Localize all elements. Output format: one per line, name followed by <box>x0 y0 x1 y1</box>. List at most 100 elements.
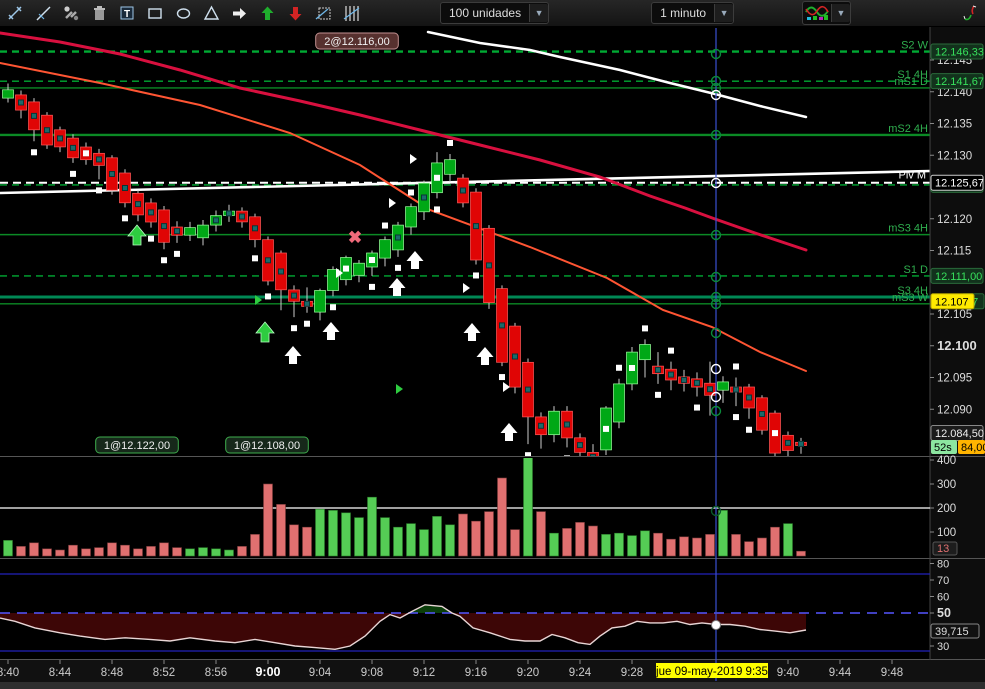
volume-bar <box>29 542 39 557</box>
indicator-dot <box>278 268 284 275</box>
osc-tick-label: 50 <box>937 606 951 620</box>
price-tick-label: 12.105 <box>937 309 972 321</box>
chart-svg[interactable]: ✖S2 WS1 4HmS1 DmS2 4HmS3 4HS1 DS3 4HmS3 … <box>0 0 985 689</box>
candle <box>197 224 209 239</box>
volume-bar <box>68 544 78 557</box>
indicator-dot <box>707 386 713 393</box>
indicator-square-above <box>382 222 388 229</box>
volume-bar <box>341 512 351 557</box>
trading-app-window: T 100 unidades ▼ 1 minuto ▼ ▼ ✖ S2 W S1 4H… <box>0 0 985 689</box>
indicator-square-inside <box>434 174 440 181</box>
delete-tool-button[interactable] <box>88 2 110 24</box>
chevron-down-icon[interactable]: ▼ <box>831 4 850 22</box>
indicator-dot <box>460 187 466 194</box>
indicator-square-inside <box>83 150 89 157</box>
indicator-dot <box>694 379 700 386</box>
trade-label[interactable]: 2@12.116,00 <box>315 32 399 50</box>
indicator-square-below <box>473 272 479 279</box>
osc-tick-label: 80 <box>937 559 949 571</box>
ellipse-tool-button[interactable] <box>172 2 194 24</box>
indicator-dot <box>746 394 752 401</box>
session-low-badge-text: 12.084,50 <box>935 428 984 440</box>
arrow-down-button[interactable] <box>284 2 306 24</box>
timeframe-select[interactable]: 1 minuto ▼ <box>651 2 735 24</box>
indicator-square-inside <box>343 265 349 272</box>
rectangle-tool-button[interactable] <box>144 2 166 24</box>
volume-bar <box>393 526 403 557</box>
triangle-tool-button[interactable] <box>200 2 222 24</box>
volume-bar <box>81 548 91 557</box>
indicator-dot <box>109 171 115 177</box>
indicator-square-below <box>499 374 505 381</box>
volume-bar <box>3 540 13 557</box>
text-tool-button[interactable]: T <box>116 2 138 24</box>
annotations-button[interactable] <box>312 2 334 24</box>
trade-label-text: 1@12.108,00 <box>234 440 300 452</box>
indicator-dot <box>525 386 531 393</box>
trade-label[interactable]: 1@12.108,00 <box>225 436 309 454</box>
indicator-square-below <box>304 320 310 327</box>
indicator-square-below <box>122 215 128 222</box>
volume-bar <box>250 534 260 557</box>
volume-bar <box>562 528 572 557</box>
candle <box>314 290 326 313</box>
time-tick-label: 9:16 <box>465 667 487 679</box>
volume-bar <box>458 513 468 557</box>
unit-size-select[interactable]: 100 unidades ▼ <box>440 2 550 24</box>
osc-current-text: 39,715 <box>935 626 969 638</box>
indicator-square-below <box>161 257 167 264</box>
time-tick-label: 9:20 <box>517 667 539 679</box>
volume-bar <box>107 542 117 557</box>
osc-tick-label: 60 <box>937 592 949 604</box>
volume-bar <box>653 532 663 557</box>
indicator-dot <box>785 439 791 446</box>
indicators-icon <box>803 2 831 25</box>
chevron-down-icon[interactable]: ▼ <box>529 4 549 22</box>
indicator-square-below <box>733 414 739 421</box>
trade-label[interactable]: 1@12.122,00 <box>95 436 179 454</box>
time-tick-label: 9:04 <box>309 667 332 679</box>
tools-button[interactable] <box>60 2 82 24</box>
pivot-badge-text: 12.125,67 <box>935 178 984 190</box>
indicator-dot <box>681 377 687 383</box>
arrow-up-button[interactable] <box>256 2 278 24</box>
volume-bar <box>315 508 325 557</box>
indicator-dot <box>798 440 804 447</box>
time-tick-label: 9:12 <box>413 667 435 679</box>
volume-bar <box>679 536 689 557</box>
indicator-square-below <box>70 170 76 177</box>
volume-bar <box>588 525 598 557</box>
volume-bar <box>757 537 767 557</box>
level-name-label: S1 D <box>904 264 929 276</box>
time-tick-label: 9:24 <box>569 667 592 679</box>
time-tick-label: 9:00 <box>255 665 280 679</box>
indicator-square-below <box>96 187 102 194</box>
level-name-label: mS3 W <box>892 292 929 304</box>
time-tick-label: 8:44 <box>49 667 72 679</box>
indicator-dot <box>70 144 76 151</box>
chart-type-button[interactable] <box>959 2 981 24</box>
trend-line-tool-button[interactable] <box>32 2 54 24</box>
time-tick-label: 9:28 <box>621 667 643 679</box>
trade-label-text: 2@12.116,00 <box>324 36 389 48</box>
chevron-down-icon[interactable]: ▼ <box>714 4 734 22</box>
indicator-dot <box>31 112 37 119</box>
volume-bar <box>133 548 143 557</box>
last-price-badge-text: 84,00 <box>961 442 985 454</box>
indicator-dot <box>265 257 271 264</box>
arrow-right-button[interactable] <box>228 2 250 24</box>
indicator-dot <box>239 213 245 220</box>
volume-bar <box>263 483 273 557</box>
volume-bar <box>601 534 611 557</box>
price-tick-label: 12.130 <box>937 150 972 162</box>
bar-chart-button[interactable] <box>340 2 362 24</box>
indicator-dot <box>538 422 544 429</box>
indicator-square-inside <box>629 365 635 371</box>
indicator-dot <box>486 262 492 269</box>
volume-bar <box>328 510 338 557</box>
time-tick-label: 9:08 <box>361 667 383 679</box>
pointer-tool-button[interactable] <box>4 2 26 24</box>
indicators-button[interactable]: ▼ <box>802 1 851 25</box>
volume-bar <box>276 504 286 557</box>
volume-bar <box>120 544 130 557</box>
